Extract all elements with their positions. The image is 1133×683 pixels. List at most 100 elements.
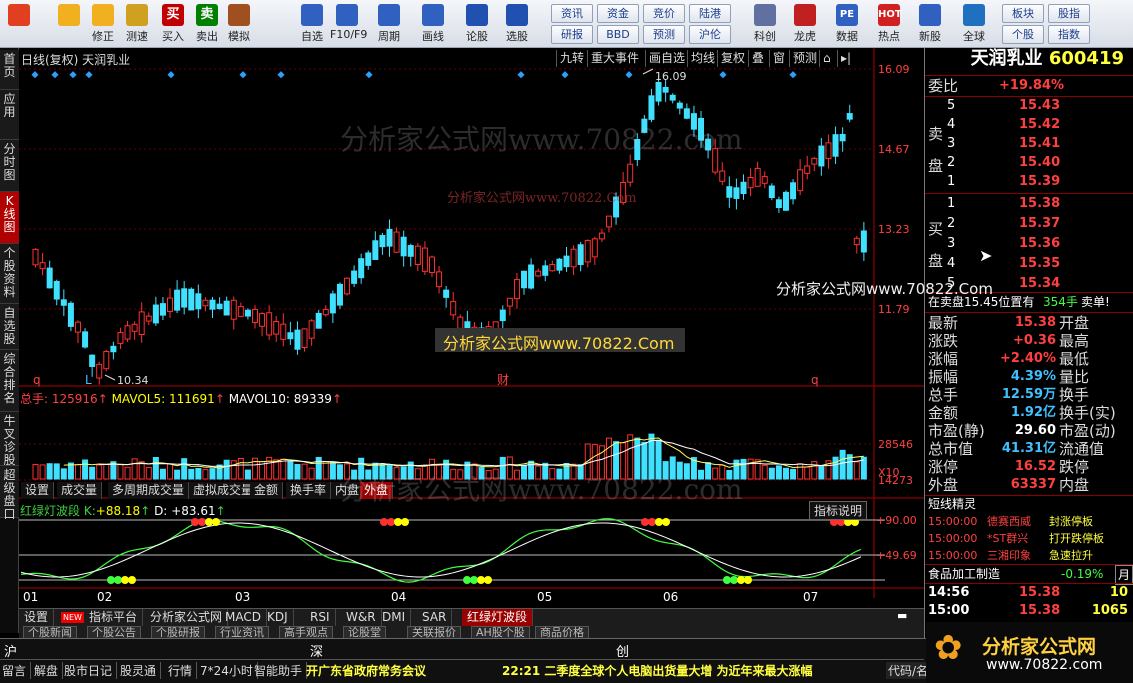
toolbar-btn-5[interactable]: 卖卖出	[190, 3, 224, 47]
tabs-collapse-icon[interactable]: ▬	[897, 609, 907, 622]
news-ticker-2[interactable]: 22:21 二季度全球个人电脑出货量大增 为近年来最大涨幅	[502, 662, 813, 679]
toolbar-small-btn-0[interactable]: 资讯	[551, 4, 593, 23]
indicator-tab-6[interactable]: W&R	[341, 609, 382, 626]
bid-row[interactable]: 5 15.34	[925, 275, 1133, 293]
toolbar-btn-4[interactable]: 买买入	[156, 3, 190, 47]
status-item-2[interactable]: 股市日记	[64, 662, 118, 679]
indicator-tab-8[interactable]: SAR	[417, 609, 453, 626]
chart-lock-icon[interactable]: ⌂	[819, 50, 834, 67]
left-nav-5[interactable]: 自选股	[0, 304, 19, 350]
bid-row[interactable]: 4 15.35	[925, 255, 1133, 273]
news-ticker-1[interactable]: 开广东省政府常务会议	[306, 662, 426, 679]
toolbar-small-btn-2[interactable]: 竞价	[643, 4, 685, 23]
ask-row[interactable]: 3 15.41	[925, 135, 1133, 153]
info-tab-0[interactable]: 个股新闻	[23, 626, 77, 638]
toolbar-btn-8[interactable]: F10/F9	[330, 3, 367, 47]
vol-tab-4[interactable]: 金额	[250, 482, 284, 499]
left-nav-2[interactable]: 分时图	[0, 140, 19, 192]
toolbar-small-btn-3[interactable]: 陆港	[689, 4, 731, 23]
vol-tab-2[interactable]: 多周期成交量	[108, 482, 190, 499]
toolbar-small-btn-6[interactable]: 预测	[643, 25, 685, 44]
status-item-6[interactable]: 智能助手	[254, 662, 308, 679]
vol-tab-5[interactable]: 换手率	[286, 482, 332, 499]
toolbar-btn-6[interactable]: 模拟	[222, 3, 256, 47]
left-nav-4[interactable]: 个股资料	[0, 244, 19, 304]
chart-menu-3[interactable]: 均线	[687, 50, 719, 67]
toolbar-far-btn-1[interactable]: 股指	[1048, 4, 1090, 23]
chart-menu-1[interactable]: 重大事件	[587, 50, 643, 67]
short-elf-row[interactable]: 15:00:00 三湘印象 急速拉升	[925, 547, 1133, 565]
short-elf-row[interactable]: 15:00:00 *ST群兴 打开跌停板	[925, 530, 1133, 548]
info-tab-8[interactable]: 商品价格	[535, 626, 589, 638]
toolbar-small-btn-1[interactable]: 资金	[597, 4, 639, 23]
info-tab-6[interactable]: 关联报价	[407, 626, 461, 638]
bid-row[interactable]: 3 15.36	[925, 235, 1133, 253]
ask-row[interactable]: 4 15.42	[925, 116, 1133, 134]
ask-row[interactable]: 2 15.40	[925, 154, 1133, 172]
indicator-tab-3[interactable]: MACD	[220, 609, 267, 626]
toolbar-btn-2[interactable]: 修正	[86, 3, 120, 47]
ask-row[interactable]: 5 15.43	[925, 97, 1133, 115]
indicator-tab-5[interactable]: RSI	[305, 609, 336, 626]
status-item-4[interactable]: 行情	[168, 662, 198, 679]
vol-tab-0[interactable]: 设置	[21, 482, 55, 499]
bid-row[interactable]: 2 15.37	[925, 215, 1133, 233]
vol-tab-3[interactable]: 虚拟成交量	[189, 482, 259, 499]
chart-menu-4[interactable]: 复权	[717, 50, 749, 67]
sector-row[interactable]: 食品加工制造 -0.19% 月	[925, 565, 1133, 585]
info-tab-5[interactable]: 论股堂	[343, 626, 386, 638]
toolbar-btn-12[interactable]: 选股	[500, 3, 534, 47]
chart-menu-2[interactable]: 画自选	[645, 50, 689, 67]
left-nav-1[interactable]: 应用	[0, 90, 19, 140]
toolbar-small-btn-5[interactable]: BBD	[597, 25, 639, 44]
toolbar-small-btn-7[interactable]: 沪伦	[689, 25, 731, 44]
status-item-5[interactable]: 7*24小时	[200, 662, 258, 679]
toolbar-far-btn-3[interactable]: 指数	[1048, 25, 1090, 44]
info-tab-1[interactable]: 个股公告	[87, 626, 141, 638]
toolbar-right-btn-4[interactable]: 新股	[913, 3, 947, 47]
indicator-tab-7[interactable]: DMI	[377, 609, 412, 626]
info-tab-7[interactable]: AH股个股	[471, 626, 530, 638]
status-item-1[interactable]: 解盘	[34, 662, 64, 679]
indicator-tab-2[interactable]: 分析家公式网	[145, 609, 229, 626]
toolbar-right-btn-0[interactable]: 科创	[748, 3, 782, 47]
indicator-tab-9[interactable]: 红绿灯波段	[462, 609, 534, 626]
ask-row[interactable]: 1 15.39	[925, 173, 1133, 191]
chart-menu-more-icon[interactable]: ▸|	[837, 50, 855, 67]
info-tab-3[interactable]: 行业资讯	[215, 626, 269, 638]
vol-tab-1[interactable]: 成交量	[57, 482, 103, 499]
info-tab-4[interactable]: 高手观点	[279, 626, 333, 638]
toolbar-far-btn-2[interactable]: 个股	[1002, 25, 1044, 44]
short-elf-row[interactable]: 15:00:00 德赛西威 封涨停板	[925, 513, 1133, 531]
toolbar-right-btn-1[interactable]: 龙虎	[788, 3, 822, 47]
toolbar-btn-1[interactable]	[52, 3, 86, 47]
left-nav-3[interactable]: K线图	[0, 192, 19, 244]
info-tab-2[interactable]: 个股研报	[151, 626, 205, 638]
left-nav-7[interactable]: 牛叉诊股	[0, 412, 19, 467]
toolbar-btn-11[interactable]: 论股	[460, 3, 494, 47]
toolbar-btn-3[interactable]: 测速	[120, 3, 154, 47]
left-nav-6[interactable]: 综合排名	[0, 350, 19, 412]
chart-menu-6[interactable]: 窗	[769, 50, 789, 67]
toolbar-btn-9[interactable]: 周期	[372, 3, 406, 47]
toolbar-right-btn-2[interactable]: PE 数据	[830, 3, 864, 47]
chart-menu-5[interactable]: 叠	[748, 50, 768, 67]
market-index-0[interactable]: 沪	[4, 641, 17, 660]
market-index-1[interactable]: 深	[310, 641, 323, 660]
code-search-field[interactable]: 代码/名	[886, 662, 931, 679]
toolbar-right-btn-3[interactable]: HOT 热点	[872, 3, 906, 47]
chart-menu-7[interactable]: 预测	[789, 50, 821, 67]
chart-menu-0[interactable]: 九转	[556, 50, 588, 67]
toolbar-btn-10[interactable]: 画线	[416, 3, 450, 47]
toolbar-right-btn-5[interactable]: 全球	[957, 3, 991, 47]
bid-row[interactable]: 1 15.38	[925, 195, 1133, 213]
toolbar-btn-0[interactable]	[2, 3, 36, 47]
indicator-help-button[interactable]: 指标说明	[809, 501, 868, 520]
chart-canvas[interactable]: 16.0914.6713.2311.792854614273X10+90.00+…	[19, 48, 924, 608]
toolbar-far-btn-0[interactable]: 板块	[1002, 4, 1044, 23]
left-nav-8[interactable]: 超级盘口	[0, 466, 19, 521]
status-item-3[interactable]: 股灵通	[120, 662, 162, 679]
market-index-2[interactable]: 创	[616, 641, 629, 660]
toolbar-small-btn-4[interactable]: 研报	[551, 25, 593, 44]
toolbar-btn-7[interactable]: 自选	[295, 3, 329, 47]
